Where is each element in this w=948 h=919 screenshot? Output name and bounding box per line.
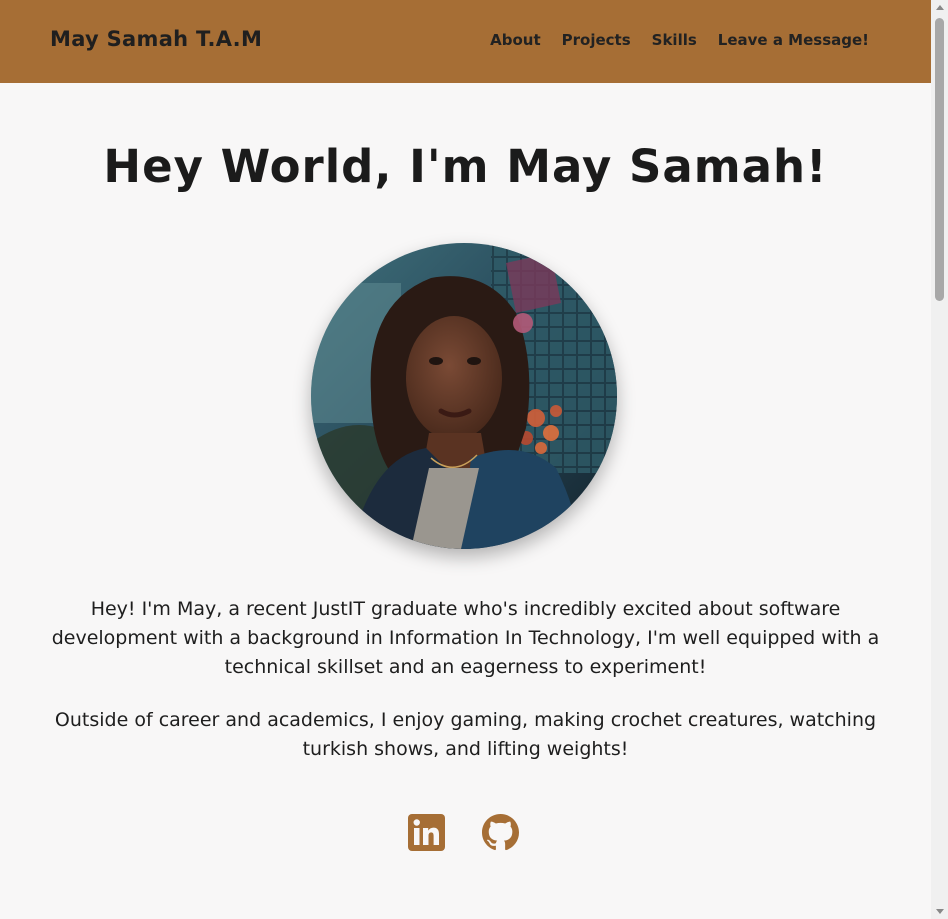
page: May Samah T.A.M About Projects Skills Le…: [0, 0, 931, 919]
brand-name[interactable]: May Samah T.A.M: [50, 27, 262, 51]
navbar: May Samah T.A.M About Projects Skills Le…: [0, 0, 931, 83]
scroll-up-arrow-icon[interactable]: [936, 5, 944, 10]
nav-link-leave-message[interactable]: Leave a Message!: [718, 31, 869, 49]
github-icon: [482, 814, 519, 851]
bio-paragraph-1: Hey! I'm May, a recent JustIT graduate w…: [51, 598, 880, 678]
scrollbar[interactable]: [931, 0, 948, 919]
linkedin-link[interactable]: [408, 814, 445, 851]
profile-photo: [311, 243, 617, 549]
bio-paragraph-2: Outside of career and academics, I enjoy…: [54, 709, 877, 760]
nav-link-projects[interactable]: Projects: [562, 31, 631, 49]
nav-links: About Projects Skills Leave a Message!: [490, 31, 869, 49]
nav-link-skills[interactable]: Skills: [652, 31, 697, 49]
scroll-down-arrow-icon[interactable]: [936, 909, 944, 914]
linkedin-icon: [408, 814, 445, 851]
social-links: [408, 814, 519, 851]
hero-title: Hey World, I'm May Samah!: [103, 140, 828, 193]
nav-link-about[interactable]: About: [490, 31, 541, 49]
github-link[interactable]: [482, 814, 519, 851]
scroll-thumb[interactable]: [935, 18, 944, 301]
